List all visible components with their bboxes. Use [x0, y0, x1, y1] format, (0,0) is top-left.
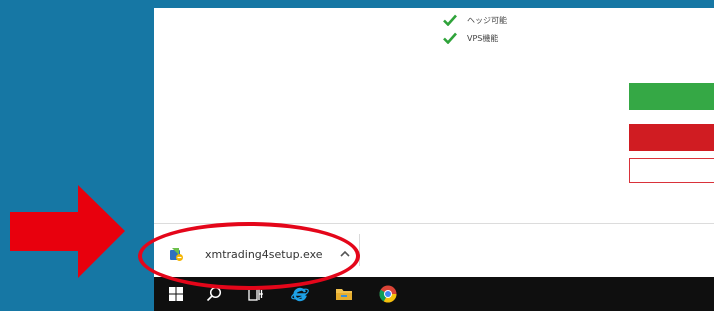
feature-vps: VPS機能 [443, 30, 498, 46]
file-explorer-icon[interactable] [334, 284, 354, 304]
chrome-icon[interactable] [378, 284, 398, 304]
checkmark-icon [443, 32, 457, 44]
download-divider [359, 234, 360, 266]
feature-label: VPS機能 [467, 33, 499, 43]
windows-start-icon[interactable] [166, 284, 186, 304]
feature-hedging: ヘッジ可能 [443, 12, 507, 28]
highlight-circle [138, 222, 360, 290]
green-action-button[interactable] [629, 83, 714, 110]
red-action-button[interactable] [629, 124, 714, 151]
checkmark-icon [443, 14, 457, 26]
pointer-arrow-icon [10, 185, 125, 278]
outline-action-button[interactable] [629, 158, 714, 183]
feature-label: ヘッジ可能 [467, 15, 507, 25]
